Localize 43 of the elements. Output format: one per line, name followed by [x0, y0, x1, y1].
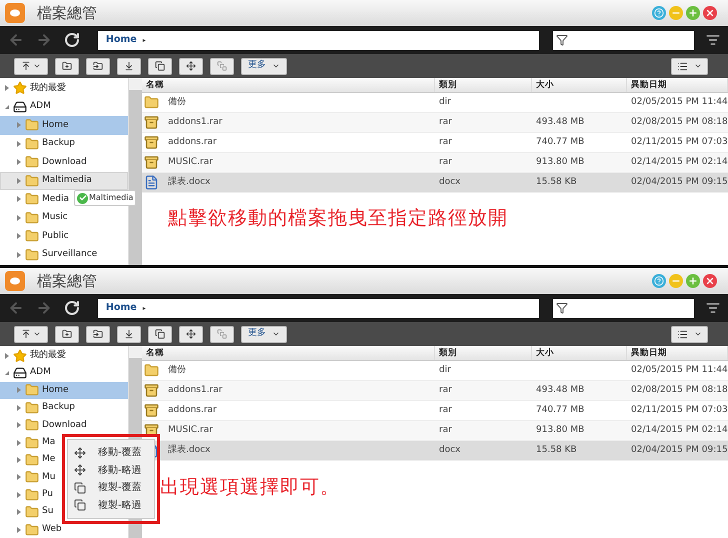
instruction-text: 點擊欲移動的檔案拖曳至指定路徑放開: [168, 207, 508, 229]
window-title: 檔案總管: [37, 2, 97, 24]
file-name: 課表.docx: [168, 444, 210, 457]
modified-date: 02/11/2015 PM 07:03: [631, 136, 728, 147]
file-type: docx: [439, 176, 460, 187]
file-size: 15.58 KB: [536, 444, 577, 455]
modified-date: 02/08/2015 PM 08:18: [631, 116, 728, 127]
file-type: docx: [439, 444, 460, 455]
file-name: addons.rar: [168, 404, 217, 417]
modified-date: 02/14/2015 PM 02:14: [631, 156, 728, 167]
file-type: rar: [439, 384, 452, 395]
file-name: MUSIC.rar: [168, 424, 213, 437]
file-size: 493.48 MB: [536, 384, 584, 395]
file-name: 備份: [168, 96, 186, 109]
file-type: dir: [439, 364, 451, 375]
file-size: 740.77 MB: [536, 136, 584, 147]
instruction-text: 出現選項選擇即可。: [160, 476, 340, 498]
modified-date: 02/04/2015 PM 09:15: [631, 444, 728, 455]
window-title: 檔案總管: [37, 270, 97, 292]
file-type: rar: [439, 404, 452, 415]
modified-date: 02/05/2015 PM 11:44: [631, 364, 728, 375]
file-size: 913.80 MB: [536, 424, 584, 435]
file-type: rar: [439, 424, 452, 435]
file-type: rar: [439, 116, 452, 127]
modified-date: 02/14/2015 PM 02:14: [631, 424, 728, 435]
file-name: MUSIC.rar: [168, 156, 213, 169]
modified-date: 02/04/2015 PM 09:15: [631, 176, 728, 187]
file-name: addons1.rar: [168, 116, 222, 129]
file-name: 課表.docx: [168, 176, 210, 189]
file-size: 913.80 MB: [536, 156, 584, 167]
file-name: addons.rar: [168, 136, 217, 149]
file-size: 493.48 MB: [536, 116, 584, 127]
modified-date: 02/11/2015 PM 07:03: [631, 404, 728, 415]
file-size: 15.58 KB: [536, 176, 577, 187]
file-name: addons1.rar: [168, 384, 222, 397]
file-name: 備份: [168, 364, 186, 377]
file-type: rar: [439, 156, 452, 167]
modified-date: 02/08/2015 PM 08:18: [631, 384, 728, 395]
file-type: rar: [439, 136, 452, 147]
drag-tooltip: Maltimedia: [74, 190, 136, 206]
file-size: 740.77 MB: [536, 404, 584, 415]
file-type: dir: [439, 96, 451, 107]
modified-date: 02/05/2015 PM 11:44: [631, 96, 728, 107]
